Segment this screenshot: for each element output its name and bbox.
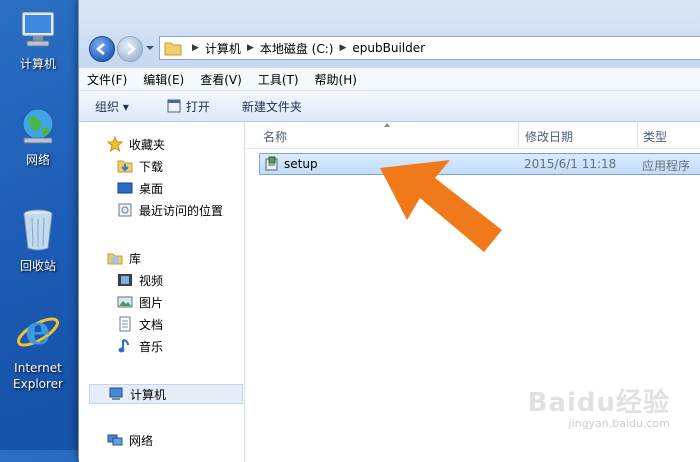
file-modified: 2015/6/1 11:18 (524, 157, 617, 171)
desktop-icon-internet-explorer[interactable]: e Internet Explorer (6, 306, 70, 392)
column-header-type[interactable]: 类型 (643, 128, 667, 145)
desktop-icon-computer[interactable]: 计算机 (6, 8, 70, 72)
open-label: 打开 (185, 99, 210, 114)
nav-favorites-label: 收藏夹 (129, 137, 166, 152)
nav-music-label: 音乐 (139, 339, 164, 354)
breadcrumb-separator-icon: ▶ (246, 43, 254, 53)
watermark-brand: Baidu经验 (527, 388, 670, 418)
star-icon (107, 136, 123, 152)
desktop-icon-network[interactable]: 网络 (6, 104, 70, 168)
nav-videos[interactable]: 视频 (117, 270, 163, 290)
orange-arrow-annotation (380, 160, 502, 252)
arrow-left-icon (96, 43, 105, 55)
nav-documents-label: 文档 (139, 317, 164, 332)
back-button[interactable] (89, 36, 115, 62)
nav-desktop[interactable]: 桌面 (117, 178, 163, 198)
nav-libraries-label: 库 (129, 251, 142, 266)
menu-help[interactable]: 帮助(H) (307, 71, 365, 88)
column-header-name[interactable]: 名称 (263, 128, 287, 145)
desktop-icon-recycle-bin[interactable]: 回收站 (6, 206, 70, 274)
downloads-folder-icon (117, 160, 133, 173)
navigation-pane: 收藏夹 下载 桌面 最近访问的位置 库 视频 图片 文档 音乐 计算机 网络 (79, 122, 245, 462)
open-button[interactable]: 打开 (157, 98, 220, 115)
nav-network[interactable]: 网络 (107, 430, 153, 450)
baidu-watermark: Baidu经验 jingyan.baidu.com (528, 382, 670, 430)
nav-computer[interactable]: 计算机 (89, 384, 243, 404)
computer-icon (109, 387, 123, 400)
new-folder-label: 新建文件夹 (241, 99, 302, 114)
nav-recent-places[interactable]: 最近访问的位置 (117, 200, 223, 220)
new-folder-button[interactable]: 新建文件夹 (232, 98, 312, 115)
folder-icon (164, 42, 182, 56)
address-bar[interactable]: ▶ 计算机 ▶ 本地磁盘 (C:) ▶ epubBuilder (159, 36, 700, 60)
file-type: 应用程序 (642, 159, 691, 173)
sort-ascending-icon (384, 123, 390, 127)
desktop-icon-label: 回收站 (19, 259, 56, 273)
arrow-right-icon (127, 43, 136, 55)
nav-videos-label: 视频 (139, 273, 164, 288)
desktop-icon-label-line2: Explorer (13, 377, 63, 391)
nav-documents[interactable]: 文档 (117, 314, 163, 334)
menu-view[interactable]: 查看(V) (192, 71, 250, 88)
desktop-icon-label-line1: Internet (14, 361, 62, 375)
command-bar: 组织 ▾ 打开 新建文件夹 (79, 91, 700, 122)
recent-places-icon (118, 203, 132, 217)
column-header-row: 名称 修改日期 类型 (245, 122, 700, 149)
desktop-icon-label: 计算机 (19, 57, 56, 71)
document-icon (119, 316, 131, 332)
computer-icon (21, 11, 55, 47)
chevron-down-icon[interactable] (145, 44, 155, 52)
menu-edit[interactable]: 编辑(E) (135, 71, 192, 88)
organize-button[interactable]: 组织 ▾ (79, 98, 139, 115)
music-note-icon (118, 339, 129, 353)
desktop-icon-label: 网络 (25, 153, 50, 167)
application-window-icon (167, 99, 181, 113)
column-divider[interactable] (518, 122, 519, 148)
column-header-modified[interactable]: 修改日期 (525, 128, 573, 145)
forward-button[interactable] (117, 36, 143, 62)
nav-desktop-label: 桌面 (139, 181, 164, 196)
organize-label: 组织 ▾ (95, 99, 129, 114)
breadcrumb-computer[interactable]: 计算机 (205, 40, 241, 57)
nav-pictures[interactable]: 图片 (117, 292, 163, 312)
menu-bar: 文件(F) 编辑(E) 查看(V) 工具(T) 帮助(H) (79, 68, 700, 91)
nav-computer-label: 计算机 (130, 387, 167, 402)
breadcrumb-separator-icon: ▶ (192, 43, 199, 53)
column-divider[interactable] (637, 122, 638, 148)
file-name: setup (284, 157, 318, 171)
menu-tools[interactable]: 工具(T) (250, 71, 307, 88)
svg-text:e: e (25, 307, 50, 354)
recycle-bin-icon (23, 209, 53, 251)
nav-downloads[interactable]: 下载 (117, 156, 163, 176)
picture-icon (117, 296, 133, 308)
nav-music[interactable]: 音乐 (117, 336, 163, 356)
network-icon (107, 434, 123, 446)
library-icon (107, 253, 123, 265)
breadcrumb-local-disk[interactable]: 本地磁盘 (C:) (260, 40, 334, 57)
window-chrome: ▶ 计算机 ▶ 本地磁盘 (C:) ▶ epubBuilder (79, 0, 700, 69)
network-globe-icon (22, 108, 54, 144)
nav-pictures-label: 图片 (139, 295, 164, 310)
nav-downloads-label: 下载 (139, 159, 164, 174)
nav-network-label: 网络 (129, 433, 154, 448)
breadcrumb-separator-icon: ▶ (339, 43, 347, 53)
menu-file[interactable]: 文件(F) (79, 71, 135, 88)
desktop-icon (117, 182, 133, 194)
nav-recent-places-label: 最近访问的位置 (139, 203, 224, 218)
film-strip-icon (118, 274, 132, 286)
breadcrumb-epubbuilder[interactable]: epubBuilder (352, 41, 425, 55)
nav-favorites[interactable]: 收藏夹 (107, 134, 165, 154)
nav-libraries[interactable]: 库 (107, 248, 141, 268)
internet-explorer-icon: e (17, 307, 59, 354)
setup-installer-icon (265, 156, 278, 171)
